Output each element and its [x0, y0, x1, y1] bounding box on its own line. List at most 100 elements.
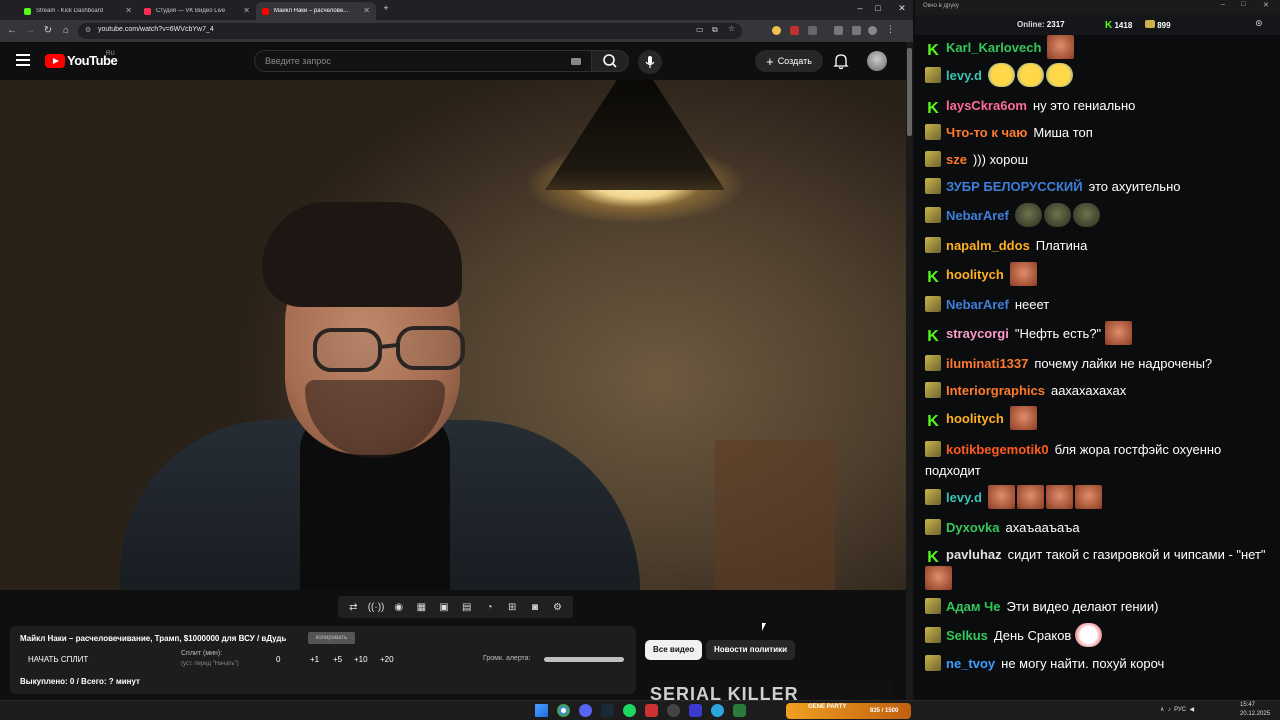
menu-dots-icon[interactable]: ⋮ [886, 24, 895, 34]
downloads-icon[interactable] [834, 26, 843, 35]
tab-youtube-video[interactable]: Майкл Наки – расчелове... ✕ [256, 2, 376, 20]
forward-icon[interactable]: → [24, 25, 36, 37]
screenshot-camera-icon[interactable]: ◙ [526, 602, 544, 613]
extensions-puzzle-icon[interactable] [808, 26, 817, 35]
chat-username[interactable]: pavluhaz [946, 547, 1002, 562]
chat-message-list[interactable]: K Karl_Karlovech levy.d KlaysCkra6om ну это … [915, 35, 1280, 685]
system-tray[interactable]: ∧ ♪ РУС ◀ [1160, 706, 1194, 713]
create-button[interactable]: + Создать [755, 50, 823, 72]
video-player[interactable] [0, 80, 906, 590]
url-field[interactable]: ⚙ youtube.com/watch?v=6WVcbYw7_4 ▭ ⧉ ☆ [78, 23, 742, 39]
chat-username[interactable]: hoolitych [946, 267, 1004, 282]
speaker-icon[interactable]: ◀ [1189, 707, 1194, 713]
copy-button[interactable]: копировать [308, 632, 355, 644]
obs-icon[interactable] [667, 704, 680, 717]
notifications-bell-icon[interactable] [833, 52, 849, 70]
add-20-minutes-button[interactable]: +20 [380, 655, 394, 664]
close-window-icon[interactable]: ✕ [1263, 1, 1269, 9]
chat-username[interactable]: kotikbegemotik0 [946, 442, 1049, 457]
chat-username[interactable]: Karl_Karlovech [946, 40, 1041, 55]
chat-username[interactable]: ЗУБР БЕЛОРУССКИЙ [946, 179, 1083, 194]
recommended-video-thumbnail[interactable]: SERIAL KILLER [648, 680, 893, 700]
clock-date[interactable]: 20.12.2025 [1240, 711, 1270, 717]
cast-icon[interactable]: ▭ [696, 25, 704, 34]
minimize-icon[interactable]: – [1221, 1, 1225, 8]
chat-username[interactable]: Dyxovka [946, 520, 999, 535]
add-10-minutes-button[interactable]: +10 [354, 655, 368, 664]
youtube-logo-icon[interactable] [45, 54, 65, 68]
tab-vk-studio[interactable]: Студия — VK Видео Live ✕ [138, 2, 256, 20]
app-icon[interactable] [645, 704, 658, 717]
split-minutes-value[interactable]: 0 [276, 655, 280, 664]
maximize-icon[interactable]: □ [870, 3, 886, 13]
app-icon[interactable] [733, 704, 746, 717]
profile-icon[interactable] [868, 26, 877, 35]
clock-time[interactable]: 15:47 [1240, 702, 1255, 708]
chat-username[interactable]: ne_tvoy [946, 656, 995, 671]
chrome-icon[interactable] [557, 704, 570, 717]
microphone-icon[interactable]: ♪ [1168, 707, 1171, 713]
chat-username[interactable]: levy.d [946, 68, 982, 83]
reload-icon[interactable]: ↻ [42, 25, 54, 37]
chat-username[interactable]: sze [946, 152, 967, 167]
chip-politics-news[interactable]: Новости политики [706, 640, 796, 660]
add-clip-icon[interactable]: ⊞ [503, 602, 521, 613]
tab-kick-dashboard[interactable]: Stream - Kick Dashboard ✕ [18, 2, 138, 20]
avatar[interactable] [867, 51, 887, 71]
search-input[interactable]: Введите запрос [254, 50, 592, 72]
chat-username[interactable]: laysCkra6om [946, 98, 1027, 113]
telegram-icon[interactable] [711, 704, 724, 717]
chat-username[interactable]: Interiorgraphics [946, 383, 1045, 398]
home-icon[interactable]: ⌂ [60, 25, 72, 37]
close-icon[interactable]: ✕ [363, 6, 370, 15]
goal-widget[interactable]: GENE PARTY 835 / 1500 [786, 703, 911, 719]
chat-username[interactable]: NebarAref [946, 208, 1009, 223]
close-window-icon[interactable]: ✕ [894, 3, 910, 14]
start-split-button[interactable]: НАЧАТЬ СПЛИТ [28, 655, 88, 664]
keyboard-icon[interactable] [571, 58, 581, 65]
chat-username[interactable]: straycorgi [946, 326, 1009, 341]
chevron-up-icon[interactable]: ∧ [1160, 707, 1164, 713]
media-player-icon[interactable] [689, 704, 702, 717]
page-scrollbar-thumb[interactable] [907, 48, 912, 136]
split-view-icon[interactable] [852, 26, 861, 35]
broadcast-icon[interactable]: ((·)) [367, 602, 385, 613]
new-tab-icon[interactable]: + [378, 3, 394, 13]
share-icon[interactable]: ⧉ [712, 25, 718, 35]
close-icon[interactable]: ✕ [125, 6, 132, 15]
chat-username[interactable]: Selkus [946, 628, 988, 643]
loop-icon[interactable]: ⇄ [344, 602, 362, 613]
chat-username[interactable]: NebarAref [946, 297, 1009, 312]
chat-username[interactable]: napalm_ddos [946, 238, 1030, 253]
filmstrip-icon[interactable]: ▤ [458, 602, 476, 613]
steam-icon[interactable] [601, 704, 614, 717]
page-scrollbar[interactable] [906, 42, 913, 700]
chat-username[interactable]: levy.d [946, 490, 982, 505]
picture-in-picture-icon[interactable]: ▣ [435, 602, 453, 613]
chat-username[interactable]: iluminati1337 [946, 356, 1028, 371]
settings-gear-icon[interactable]: ⚙ [549, 602, 567, 613]
back-icon[interactable]: ← [6, 25, 18, 37]
site-info-icon[interactable]: ⚙ [85, 26, 91, 34]
clapperboard-icon[interactable]: ▦ [412, 602, 430, 613]
views-icon[interactable]: ◉ [390, 602, 408, 613]
chip-all-videos[interactable]: Все видео [645, 640, 703, 660]
menu-icon[interactable] [16, 54, 30, 66]
chat-username[interactable]: Что-то к чаю [946, 125, 1027, 140]
add-5-minutes-button[interactable]: +5 [333, 655, 342, 664]
search-button[interactable] [591, 50, 629, 72]
chat-username[interactable]: hoolitych [946, 411, 1004, 426]
add-1-minute-button[interactable]: +1 [310, 655, 319, 664]
maximize-icon[interactable]: □ [1241, 1, 1245, 8]
extension-icon[interactable] [790, 26, 799, 35]
chat-username[interactable]: Адам Че [946, 599, 1000, 614]
spotify-icon[interactable] [623, 704, 636, 717]
discord-icon[interactable] [579, 704, 592, 717]
close-icon[interactable]: ✕ [243, 6, 250, 15]
extension-icon[interactable] [772, 26, 781, 35]
input-language[interactable]: РУС [1174, 707, 1186, 713]
alert-volume-slider[interactable] [544, 657, 624, 662]
speed-icon[interactable]: ◔ [480, 602, 498, 613]
bookmark-star-icon[interactable]: ☆ [728, 24, 735, 33]
settings-gear-icon[interactable]: ⊙ [1255, 18, 1263, 29]
